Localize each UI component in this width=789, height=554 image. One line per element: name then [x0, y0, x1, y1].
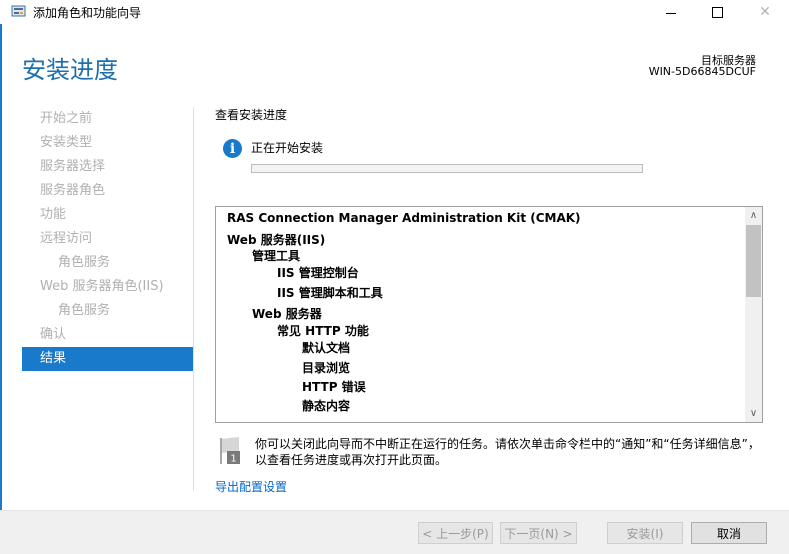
list-item: 默认文档	[302, 341, 351, 355]
list-item: Web 服务器	[252, 307, 322, 321]
nav-item-web-server-role[interactable]: Web 服务器角色(IIS)	[22, 275, 193, 299]
notification-flag-icon: 1	[220, 437, 240, 465]
export-config-link[interactable]: 导出配置设置	[215, 478, 287, 495]
list-item: IIS 管理控制台	[277, 266, 359, 280]
scroll-thumb[interactable]	[746, 225, 761, 297]
nav-item-before-you-begin[interactable]: 开始之前	[22, 107, 193, 131]
info-note: 你可以关闭此向导而不中断正在运行的任务。请依次单击命令栏中的“通知”和“任务详细…	[255, 437, 760, 467]
server-manager-icon	[11, 5, 26, 17]
list-item: 管理工具	[252, 249, 301, 263]
nav-item-role-services-iis[interactable]: 角色服务	[22, 299, 193, 323]
next-button[interactable]: 下一页(N) >	[500, 522, 577, 544]
nav-item-server-selection[interactable]: 服务器选择	[22, 155, 193, 179]
list-item: Web 服务器(IIS)	[227, 233, 326, 247]
nav-item-remote-access[interactable]: 远程访问	[22, 227, 193, 251]
results-scrollbar[interactable]: ∧ ∨	[745, 207, 762, 422]
maximize-button[interactable]	[694, 0, 740, 24]
maximize-icon	[711, 6, 723, 18]
nav-item-role-services[interactable]: 角色服务	[22, 251, 193, 275]
list-item: 目录浏览	[302, 361, 351, 375]
section-title: 查看安装进度	[215, 108, 288, 122]
notification-count: 1	[230, 454, 236, 465]
scroll-down-icon[interactable]: ∨	[745, 405, 762, 422]
close-button[interactable]: ✕	[742, 0, 788, 24]
info-icon: i	[223, 139, 242, 158]
install-button[interactable]: 安装(I)	[607, 522, 683, 544]
close-icon: ✕	[759, 4, 771, 20]
window-accent-border	[0, 0, 2, 553]
list-item: 静态内容	[302, 399, 351, 413]
nav-item-results[interactable]: 结果	[22, 347, 193, 371]
install-progress-bar	[251, 164, 643, 173]
list-item: 常见 HTTP 功能	[277, 324, 369, 338]
scroll-up-icon[interactable]: ∧	[745, 207, 762, 224]
cancel-button[interactable]: 取消	[691, 522, 767, 544]
list-item: HTTP 错误	[302, 380, 366, 394]
minimize-button[interactable]	[648, 0, 694, 24]
window-title: 添加角色和功能向导	[33, 6, 142, 20]
results-list-box[interactable]: RAS Connection Manager Administration Ki…	[215, 206, 763, 423]
nav-item-server-roles[interactable]: 服务器角色	[22, 179, 193, 203]
nav-item-confirmation[interactable]: 确认	[22, 323, 193, 347]
list-item: IIS 管理脚本和工具	[277, 286, 383, 300]
nav-divider	[193, 107, 194, 491]
status-text: 正在开始安装	[251, 141, 324, 155]
list-item: RAS Connection Manager Administration Ki…	[227, 211, 581, 225]
nav-item-installation-type[interactable]: 安装类型	[22, 131, 193, 155]
target-server-name: WIN-5D66845DCUF	[648, 65, 756, 78]
page-title: 安装进度	[22, 56, 118, 84]
previous-button[interactable]: < 上一步(P)	[418, 522, 493, 544]
nav-item-features[interactable]: 功能	[22, 203, 193, 227]
title-bar[interactable]: 添加角色和功能向导 ✕	[0, 0, 789, 24]
minimize-icon	[666, 12, 676, 14]
wizard-nav: 开始之前 安装类型 服务器选择 服务器角色 功能 远程访问 角色服务 Web 服…	[22, 107, 193, 371]
